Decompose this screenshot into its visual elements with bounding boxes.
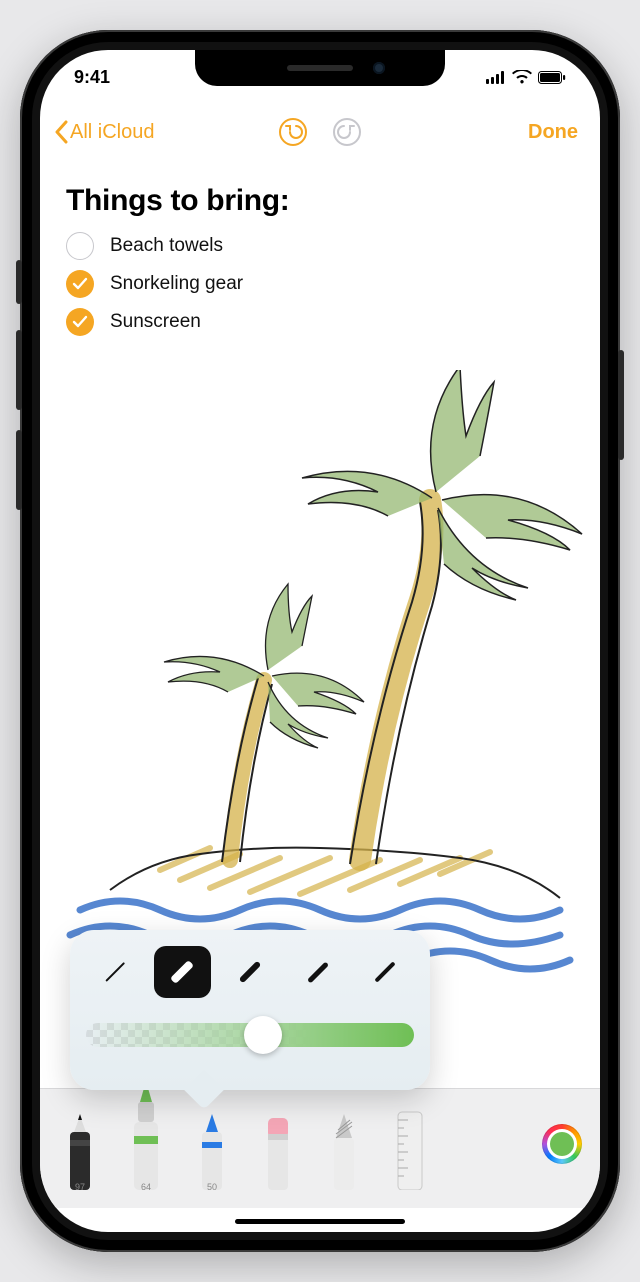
- pencil-tool[interactable]: 50: [190, 1098, 234, 1190]
- checklist-label: Snorkeling gear: [110, 273, 243, 295]
- checklist-label: Sunscreen: [110, 311, 201, 333]
- brush-size-option-2[interactable]: [154, 946, 212, 998]
- status-time: 9:41: [74, 67, 110, 88]
- undo-button[interactable]: [278, 117, 308, 147]
- checkbox-checked[interactable]: [66, 308, 94, 336]
- tool-label: 97: [75, 1182, 85, 1192]
- checkbox-unchecked[interactable]: [66, 232, 94, 260]
- battery-icon: [538, 71, 566, 84]
- pen-tool[interactable]: 97: [58, 1098, 102, 1190]
- navigation-bar: All iCloud Done: [40, 104, 600, 160]
- eraser-tool[interactable]: [256, 1098, 300, 1190]
- undo-icon: [278, 117, 308, 147]
- checklist-item[interactable]: Sunscreen: [66, 308, 574, 336]
- slider-thumb[interactable]: [244, 1016, 282, 1054]
- redo-icon: [332, 117, 362, 147]
- markup-tool-tray: 97 64: [40, 1088, 600, 1208]
- brush-size-option-4[interactable]: [289, 946, 347, 998]
- checklist-item[interactable]: Beach towels: [66, 232, 574, 260]
- done-button[interactable]: Done: [528, 121, 578, 144]
- note-title: Things to bring:: [66, 184, 574, 218]
- back-label: All iCloud: [70, 121, 154, 144]
- marker-tool[interactable]: 64: [124, 1082, 168, 1190]
- checklist-label: Beach towels: [110, 235, 223, 257]
- cellular-icon: [486, 71, 506, 84]
- opacity-slider[interactable]: [86, 1018, 414, 1052]
- brush-size-option-1[interactable]: [86, 946, 144, 998]
- redo-button[interactable]: [332, 117, 362, 147]
- checkmark-icon: [72, 315, 88, 329]
- brush-size-row: [86, 946, 414, 998]
- checklist-item[interactable]: Snorkeling gear: [66, 270, 574, 298]
- wifi-icon: [512, 70, 532, 84]
- tool-label: 64: [141, 1182, 151, 1192]
- lasso-tool[interactable]: [322, 1098, 366, 1190]
- checkmark-icon: [72, 277, 88, 291]
- chevron-left-icon: [54, 120, 68, 144]
- checkbox-checked[interactable]: [66, 270, 94, 298]
- brush-settings-popup: [70, 930, 430, 1090]
- brush-size-option-5[interactable]: [356, 946, 414, 998]
- device-notch: [195, 50, 445, 86]
- ruler-tool[interactable]: [388, 1098, 432, 1190]
- brush-size-option-3[interactable]: [221, 946, 279, 998]
- back-button[interactable]: All iCloud: [54, 120, 154, 144]
- color-picker-button[interactable]: [542, 1124, 582, 1164]
- tool-label: 50: [207, 1182, 217, 1192]
- home-indicator[interactable]: [235, 1219, 405, 1224]
